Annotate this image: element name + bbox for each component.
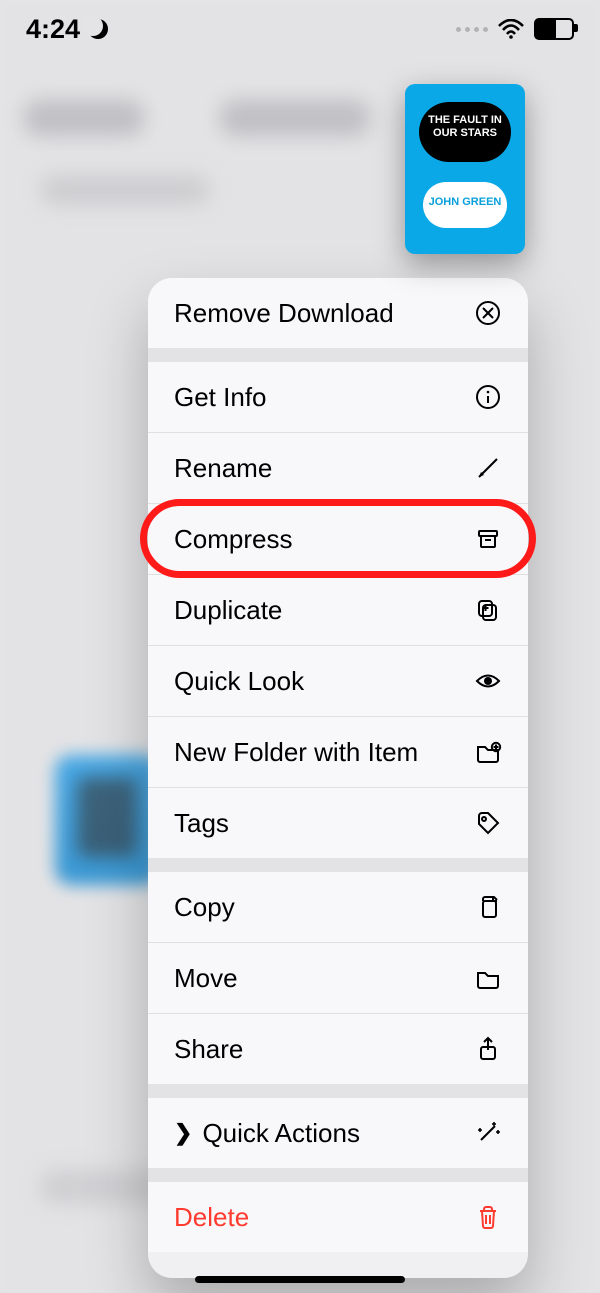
menu-item-copy[interactable]: Copy: [148, 872, 528, 942]
folder-icon: [474, 964, 502, 992]
menu-item-delete[interactable]: Delete: [148, 1182, 528, 1252]
bg-smudge: [40, 175, 210, 205]
menu-item-quicklook[interactable]: Quick Look: [148, 645, 528, 716]
status-bar: 4:24: [0, 0, 600, 58]
info-icon: [474, 383, 502, 411]
x-circle-icon: [474, 299, 502, 327]
battery-fill: [536, 20, 556, 38]
folder-plus-icon: [474, 738, 502, 766]
menu-group: Get Info Rename Compress Duplicate Quick Loo…: [148, 362, 528, 858]
menu-item-label: Get Info: [174, 382, 474, 413]
menu-item-info[interactable]: Get Info: [148, 362, 528, 432]
home-indicator[interactable]: [195, 1276, 405, 1283]
menu-item-rename[interactable]: Rename: [148, 432, 528, 503]
menu-item-tags[interactable]: Tags: [148, 787, 528, 858]
file-thumbnail[interactable]: THE FAULT IN OUR STARS JOHN GREEN: [405, 84, 525, 254]
eye-icon: [474, 667, 502, 695]
menu-item-label: Quick Look: [174, 666, 474, 697]
menu-item-label: Duplicate: [174, 595, 474, 626]
cover-author: JOHN GREEN: [423, 196, 507, 208]
bg-smudge: [220, 100, 370, 136]
menu-item-label: Move: [174, 963, 474, 994]
menu-separator: [148, 348, 528, 362]
docs-icon: [474, 893, 502, 921]
trash-icon: [474, 1203, 502, 1231]
menu-group: Copy Move Share: [148, 872, 528, 1084]
wifi-icon: [498, 19, 524, 39]
menu-item-label: Tags: [174, 808, 474, 839]
menu-item-move[interactable]: Move: [148, 942, 528, 1013]
menu-item-label: Copy: [174, 892, 474, 923]
menu-group: Remove Download: [148, 278, 528, 348]
dnd-moon-icon: [88, 19, 108, 39]
context-menu: Remove Download Get Info Rename Compress Dup…: [148, 278, 528, 1278]
menu-item-label: Rename: [174, 453, 474, 484]
cover-title-cloud: THE FAULT IN OUR STARS: [419, 102, 511, 162]
menu-item-newfolder[interactable]: New Folder with Item: [148, 716, 528, 787]
menu-group: Delete: [148, 1182, 528, 1252]
status-time: 4:24: [26, 14, 80, 45]
cover-author-cloud: JOHN GREEN: [423, 182, 507, 228]
menu-item-compress[interactable]: Compress: [148, 503, 528, 574]
menu-separator: [148, 1084, 528, 1098]
menu-item-label: Remove Download: [174, 298, 474, 329]
menu-group: ❯ Quick Actions: [148, 1098, 528, 1168]
tag-icon: [474, 809, 502, 837]
menu-separator: [148, 858, 528, 872]
chevron-right-icon: ❯: [174, 1120, 192, 1146]
menu-item-label: Quick Actions: [202, 1118, 474, 1149]
wand-icon: [474, 1119, 502, 1147]
menu-item-remove[interactable]: Remove Download: [148, 278, 528, 348]
cover-title: THE FAULT IN OUR STARS: [419, 114, 511, 140]
archive-icon: [474, 525, 502, 553]
menu-item-label: Share: [174, 1034, 474, 1065]
battery-icon: [534, 18, 574, 40]
menu-separator: [148, 1168, 528, 1182]
menu-item-label: New Folder with Item: [174, 737, 474, 768]
bg-file-thumb: [55, 755, 160, 885]
menu-item-duplicate[interactable]: Duplicate: [148, 574, 528, 645]
menu-item-share[interactable]: Share: [148, 1013, 528, 1084]
pencil-icon: [474, 454, 502, 482]
cell-signal-icon: [456, 27, 488, 32]
share-icon: [474, 1035, 502, 1063]
menu-item-label: Compress: [174, 524, 474, 555]
bg-smudge: [24, 100, 144, 136]
dup-icon: [474, 596, 502, 624]
menu-item-label: Delete: [174, 1202, 474, 1233]
menu-item-quickactions[interactable]: ❯ Quick Actions: [148, 1098, 528, 1168]
